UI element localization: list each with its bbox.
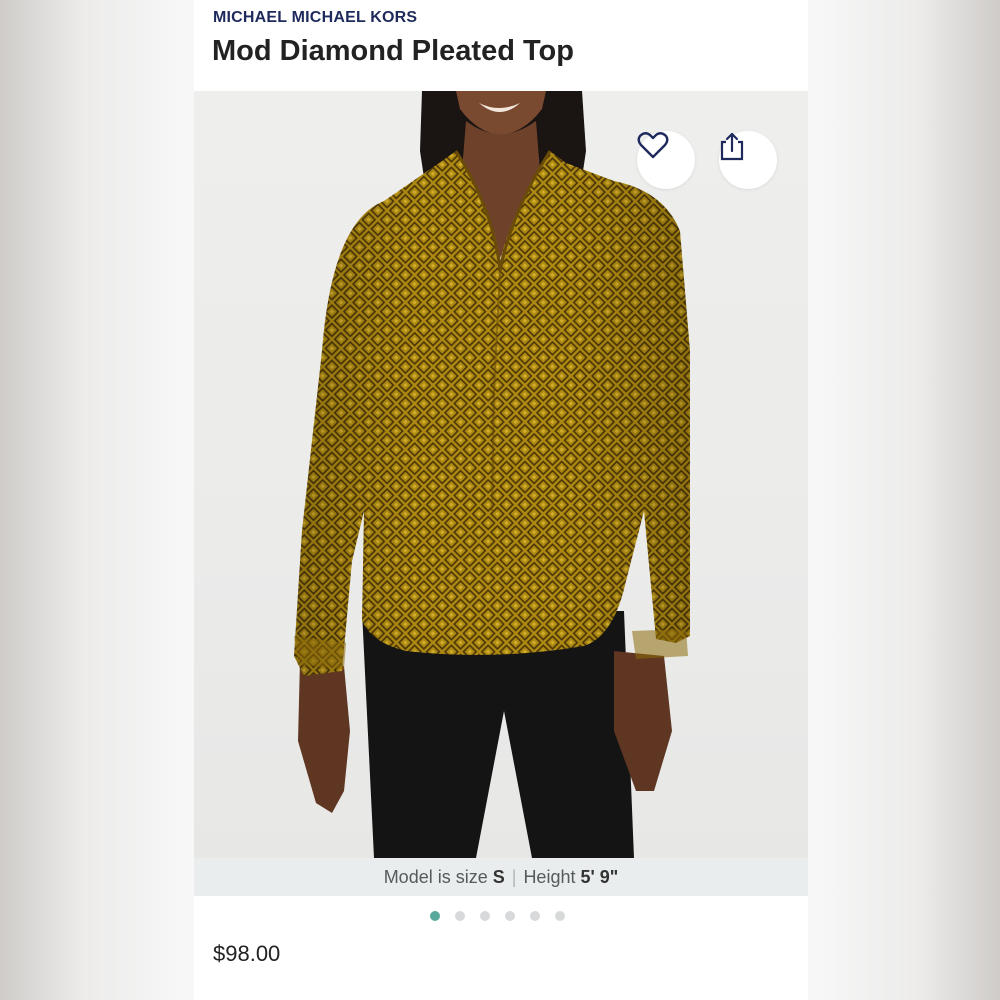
carousel-dot[interactable] xyxy=(479,911,490,921)
carousel-dot[interactable] xyxy=(554,911,565,921)
carousel-dots xyxy=(194,909,808,923)
product-title: Mod Diamond Pleated Top xyxy=(212,35,574,67)
model-size-info: Model is size S | Height 5' 9" xyxy=(194,858,808,896)
model-size-label: Model is size xyxy=(383,866,488,887)
carousel-dot[interactable] xyxy=(454,911,465,921)
product-image[interactable] xyxy=(194,91,808,858)
favorite-button[interactable] xyxy=(637,131,695,189)
model-size-value: S xyxy=(492,866,505,887)
separator: | xyxy=(511,866,517,887)
model-height-value: 5' 9" xyxy=(580,866,619,887)
share-icon xyxy=(720,132,744,161)
carousel-dot[interactable] xyxy=(529,911,540,921)
product-price: $98.00 xyxy=(213,941,281,966)
product-card: MICHAEL MICHAEL KORS Mod Diamond Pleated… xyxy=(194,0,808,1000)
share-button[interactable] xyxy=(719,131,777,189)
brand-name[interactable]: MICHAEL MICHAEL KORS xyxy=(213,9,417,27)
model-photo xyxy=(294,91,690,858)
heart-icon xyxy=(637,132,669,159)
carousel-dot[interactable] xyxy=(429,911,440,921)
model-height-label: Height xyxy=(523,866,576,887)
carousel-dot[interactable] xyxy=(504,911,515,921)
